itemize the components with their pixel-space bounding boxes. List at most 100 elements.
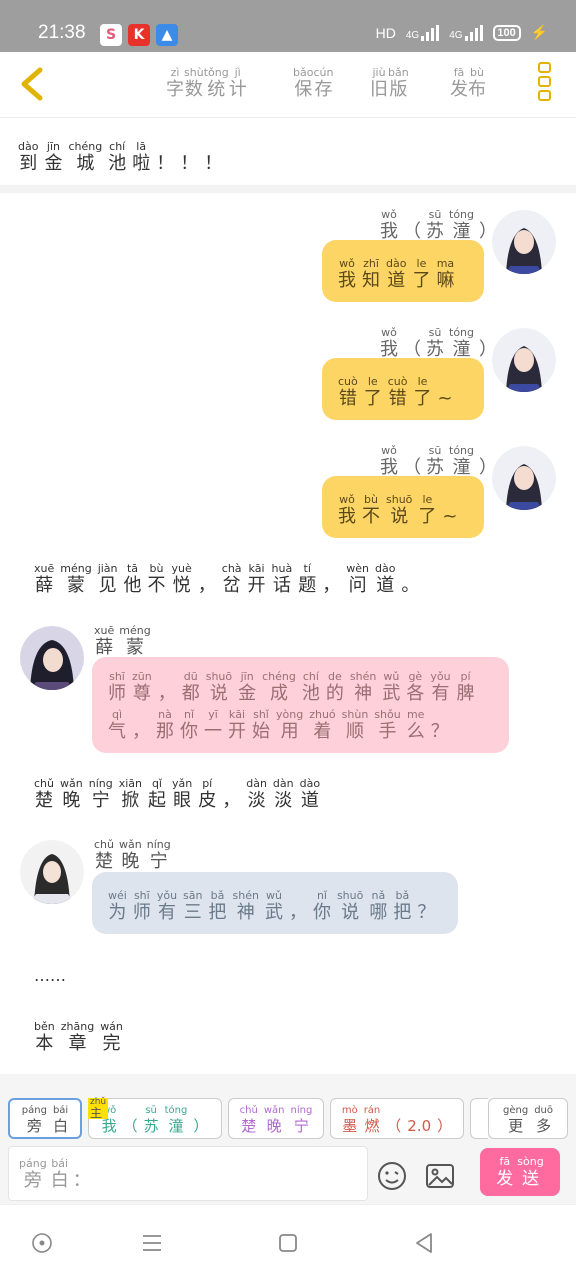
status-bar: 21:38 S K ▲ HD 4G 4G 100 ⚡ xyxy=(0,0,576,52)
signal-2: 4G xyxy=(449,24,483,41)
ruby-char: fā 发 xyxy=(450,66,468,100)
ruby-char: tā 他 xyxy=(123,562,142,596)
ruby-char: le 了 xyxy=(363,375,382,409)
assistant-icon[interactable] xyxy=(30,1231,54,1255)
narration-2: chǔ 楚 wǎn 晚 níng 宁 xiān 掀 qǐ 起 yǎn 眼 pí 皮 ， dàn 淡 dàn 淡 dà… xyxy=(34,777,326,812)
status-time: 21:38 xyxy=(38,22,86,43)
ruby-char: shuō 说 xyxy=(205,670,233,704)
intro-text: dào 到 jīn 金 chéng 城 chí 池 lā 啦 ！ ！ ！ xyxy=(18,140,228,175)
role-chip-narrator[interactable]: páng 旁 bái 白 xyxy=(8,1098,82,1139)
ruby-char: ， xyxy=(288,902,307,923)
status-indicators: HD 4G 4G 100 ⚡ xyxy=(376,24,548,41)
chu-wanning-avatar[interactable] xyxy=(20,840,84,904)
ruby-char: shǐ 始 xyxy=(252,708,270,742)
ruby-char: nǐ 你 xyxy=(180,708,198,742)
ruby-char: wéi 为 xyxy=(108,889,127,923)
ruby-char: jiù 旧 xyxy=(370,66,388,100)
ruby-char: yuè 悦 xyxy=(171,562,192,596)
section-divider xyxy=(0,185,576,193)
ruby-char: jiàn 见 xyxy=(97,562,118,596)
ruby-char: sū 苏 xyxy=(426,326,444,360)
ruby-char: yǒu 有 xyxy=(430,670,451,704)
ruby-char: bǎ 把 xyxy=(208,889,227,923)
ruby-char: xuē 薛 xyxy=(34,562,55,596)
role-chip-mo-ran[interactable]: mò 墨 rán 燃 （ 2.0 ） xyxy=(330,1098,464,1139)
ruby-char: ， xyxy=(157,683,176,704)
ruby-char: méng 蒙 xyxy=(60,562,92,596)
ruby-char: ， xyxy=(322,575,341,596)
ruby-char: yǒu 有 xyxy=(156,889,178,923)
ruby-char: sòng 送 xyxy=(517,1154,544,1189)
ruby-char: pí 脾 xyxy=(456,670,475,704)
xue-meng-avatar[interactable] xyxy=(20,626,84,690)
ruby-char: ！ xyxy=(180,153,199,174)
ruby-char: ， xyxy=(132,721,150,742)
ruby-char: dū 都 xyxy=(181,670,200,704)
ruby-char: me 么 xyxy=(406,708,425,742)
more-roles-button[interactable]: gèng 更 duō 多 xyxy=(488,1098,568,1139)
ruby-char: zhī 知 xyxy=(362,257,380,291)
ruby-char: shǒu 手 xyxy=(374,708,401,742)
narration-1: xuē 薛 méng 蒙 jiàn 见 tā 他 bù 不 yuè 悦 ， chà 岔 kāi 开 huà 话 tí… xyxy=(34,562,425,597)
ruby-char: cún 存 xyxy=(313,66,334,100)
ruby-char: shén 神 xyxy=(349,670,377,704)
role-chip-partial[interactable] xyxy=(470,1098,488,1139)
ruby-char: wǒ 我 xyxy=(380,444,398,478)
ruby-char: nǎ 哪 xyxy=(369,889,388,923)
ruby-char: bù 布 xyxy=(468,66,486,100)
self-avatar-2[interactable] xyxy=(492,328,556,392)
ruby-char: ！ xyxy=(204,153,223,174)
ruby-char: （ xyxy=(403,339,421,360)
ruby-char: sū 苏 xyxy=(426,444,444,478)
ruby-char: （ xyxy=(122,1116,138,1135)
cloud-icon: ▲ xyxy=(156,24,178,46)
self-name-3: wǒ 我 （sū 苏 tóng 潼 ） xyxy=(380,444,502,479)
ruby-char: huà 话 xyxy=(271,562,293,596)
kuaishou-icon: K xyxy=(128,24,150,46)
ruby-char: wǎn 晚 xyxy=(60,777,83,811)
ruby-char: chí 池 xyxy=(108,140,127,174)
ruby-char: wǔ 武 xyxy=(264,889,283,923)
ruby-char: sū 苏 xyxy=(143,1104,159,1135)
ruby-char: ： xyxy=(72,1170,91,1191)
ruby-char: yǎn 眼 xyxy=(171,777,193,811)
send-button[interactable]: fā 发 sòng 送 xyxy=(480,1148,560,1196)
ruby-char: nà 那 xyxy=(156,708,174,742)
ruby-char: （ xyxy=(386,1116,402,1135)
nav-word-count[interactable]: zì 字 shù 数 tǒng 统 jì 计 xyxy=(166,66,247,101)
self-avatar-1[interactable] xyxy=(492,210,556,274)
ruby-char: bǎo 保 xyxy=(293,66,314,100)
more-menu-icon[interactable] xyxy=(538,62,552,108)
image-icon[interactable] xyxy=(424,1160,456,1192)
ruby-char: chǔ 楚 xyxy=(94,838,114,872)
menu-icon[interactable] xyxy=(140,1231,164,1255)
back-icon[interactable] xyxy=(412,1231,436,1255)
ruby-char: dào 道 xyxy=(374,562,396,596)
ruby-char: gèng 更 xyxy=(503,1104,529,1135)
ruby-char: dào 到 xyxy=(18,140,39,174)
emoji-icon[interactable] xyxy=(376,1160,408,1192)
ruby-char: sān 三 xyxy=(183,889,203,923)
back-arrow-icon[interactable] xyxy=(14,64,54,104)
nav-publish[interactable]: fā 发 bù 布 xyxy=(450,66,486,101)
ruby-char: fā 发 xyxy=(496,1154,514,1189)
ruby-char: níng 宁 xyxy=(290,1104,313,1135)
nav-old-version[interactable]: jiù 旧 bǎn 版 xyxy=(370,66,409,101)
self-message-1: wǒ 我 zhī 知 dào 道 le 了 ma 嘛 xyxy=(322,240,484,302)
xue-meng-message: shī 师 zūn 尊 ， dū 都 shuō 说 jīn 金 chéng 成 chí 池 de 的 shén 神… xyxy=(92,657,509,753)
ruby-char: jīn 金 xyxy=(44,140,63,174)
hd-badge: HD xyxy=(375,24,396,41)
ruby-char: xiān 掀 xyxy=(118,777,142,811)
ruby-char: ） xyxy=(437,1116,453,1135)
top-bar: zì 字 shù 数 tǒng 统 jì 计 bǎo 保 cún 存 jiù 旧 bǎn 版 fā 发 bù 布 xyxy=(0,52,576,118)
message-input[interactable]: páng 旁 bái 白 ： xyxy=(8,1146,368,1201)
role-chip-chu-wanning[interactable]: chǔ 楚 wǎn 晚 níng 宁 xyxy=(228,1098,324,1139)
ruby-char: níng 宁 xyxy=(88,777,113,811)
nav-save[interactable]: bǎo 保 cún 存 xyxy=(293,66,333,101)
home-icon[interactable] xyxy=(276,1231,300,1255)
xue-meng-name: xuē 薛 méng 蒙 xyxy=(94,624,156,659)
system-nav-bar xyxy=(0,1204,576,1280)
self-avatar-3[interactable] xyxy=(492,446,556,510)
ruby-char: 2.0 xyxy=(407,1116,432,1135)
ruby-char: kāi 开 xyxy=(228,708,246,742)
